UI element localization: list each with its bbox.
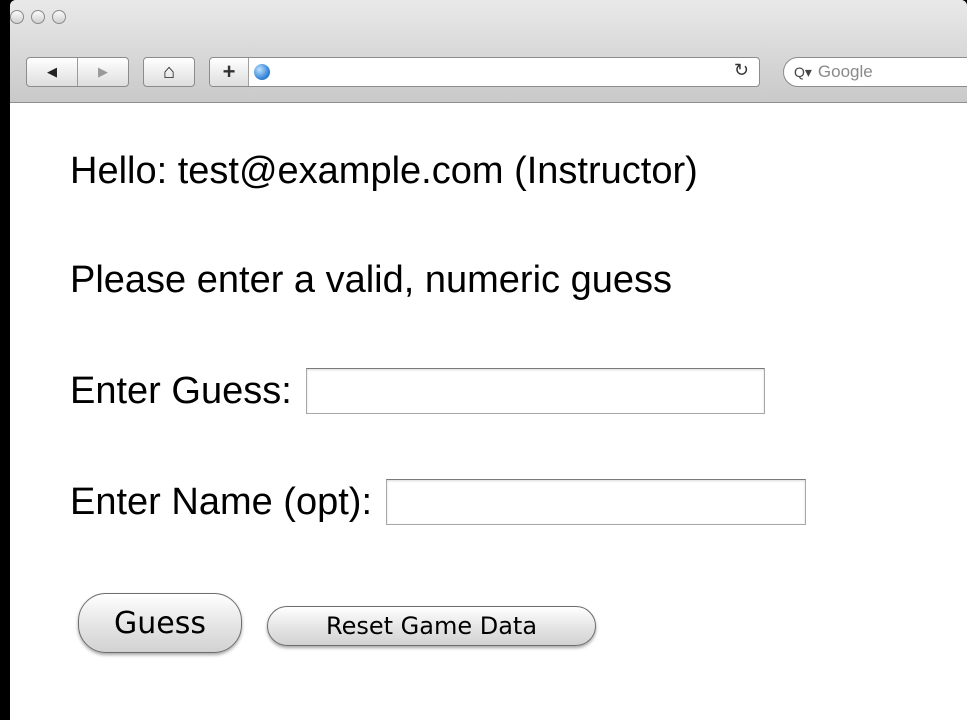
- globe-icon: [254, 64, 270, 80]
- page-content: Hello: test@example.com (Instructor) Ple…: [10, 103, 967, 720]
- home-icon: ⌂: [162, 60, 176, 83]
- validation-message: Please enter a valid, numeric guess: [70, 259, 672, 301]
- guess-button[interactable]: Guess: [78, 593, 242, 653]
- guess-label: Enter Guess:: [70, 369, 292, 412]
- name-input[interactable]: [386, 479, 806, 525]
- search-field[interactable]: Q▾: [783, 57, 967, 87]
- minimize-window-button[interactable]: [31, 10, 45, 24]
- navigation-toolbar: ◀ ▶ ⌂ + ↻ Q▾: [26, 57, 967, 90]
- back-button[interactable]: ◀: [27, 58, 77, 86]
- browser-toolbar: ◀ ▶ ⌂ + ↻ Q▾: [10, 0, 967, 103]
- zoom-window-button[interactable]: [52, 10, 66, 24]
- search-input[interactable]: [815, 61, 950, 83]
- search-icon[interactable]: Q▾: [794, 64, 812, 81]
- guess-row: Enter Guess:: [70, 368, 765, 414]
- guess-input[interactable]: [305, 368, 765, 414]
- home-button[interactable]: ⌂: [143, 57, 195, 87]
- plus-icon: +: [222, 59, 236, 84]
- add-bookmark-button[interactable]: +: [210, 58, 249, 86]
- forward-arrow-icon: ▶: [98, 64, 108, 79]
- close-window-button[interactable]: [10, 10, 24, 24]
- window-controls: [10, 10, 66, 24]
- back-arrow-icon: ◀: [47, 64, 57, 79]
- greeting-text: Hello: test@example.com (Instructor): [70, 150, 698, 192]
- name-label: Enter Name (opt):: [70, 480, 372, 523]
- name-row: Enter Name (opt):: [70, 479, 806, 525]
- forward-button[interactable]: ▶: [77, 58, 128, 86]
- browser-window: ◀ ▶ ⌂ + ↻ Q▾ Hel: [10, 0, 967, 720]
- reload-icon[interactable]: ↻: [734, 60, 749, 81]
- url-input[interactable]: [278, 60, 722, 84]
- reset-game-data-button[interactable]: Reset Game Data: [267, 606, 596, 646]
- back-forward-control: ◀ ▶: [26, 57, 129, 87]
- address-bar[interactable]: + ↻: [209, 57, 760, 87]
